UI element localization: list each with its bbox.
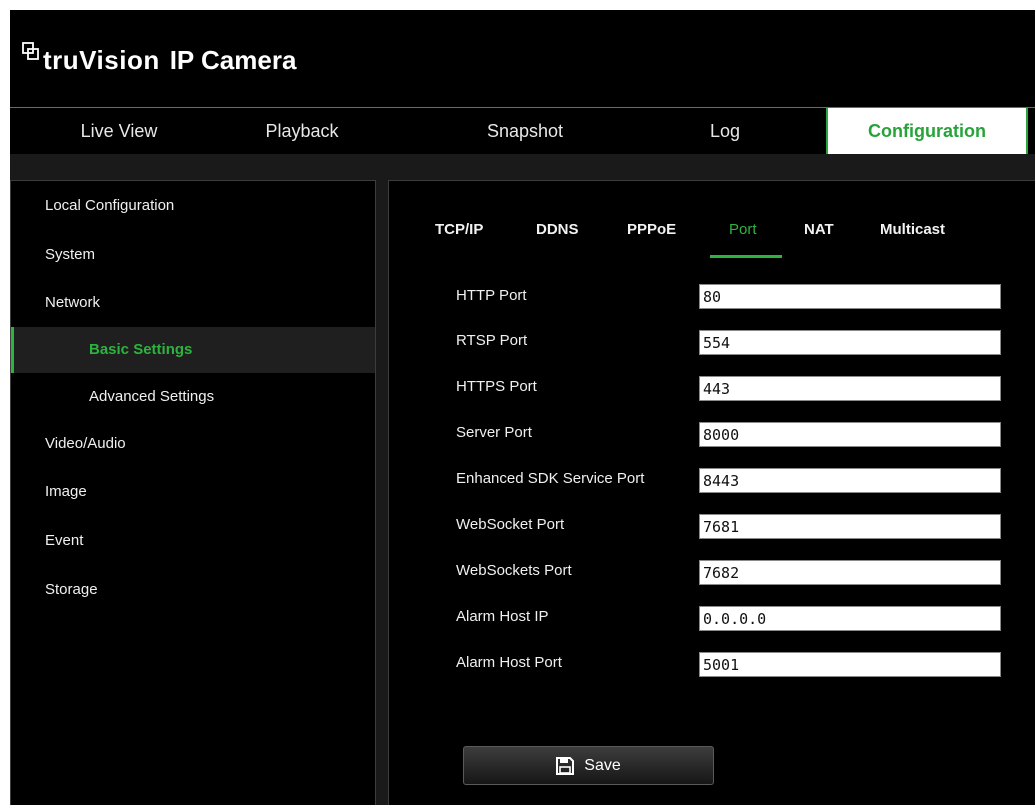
http-port-label: HTTP Port (456, 287, 527, 304)
brand-name: truVision (43, 45, 160, 75)
app-window: truVision IP Camera Live View Playback S… (0, 0, 1035, 805)
sidebar-item-video-audio[interactable]: Video/Audio (11, 421, 375, 467)
active-tab-indicator (710, 255, 782, 258)
server-port-label: Server Port (456, 424, 532, 441)
nav-configuration[interactable]: Configuration (826, 108, 1028, 154)
product-name: IP Camera (169, 45, 297, 75)
nav-playback[interactable]: Playback (232, 108, 372, 154)
sidebar-item-basic-settings[interactable]: Basic Settings (11, 327, 375, 373)
nav-snapshot[interactable]: Snapshot (450, 108, 600, 154)
sidebar-item-event[interactable]: Event (11, 518, 375, 564)
alarm-host-port-label: Alarm Host Port (456, 654, 562, 671)
websocket-port-label: WebSocket Port (456, 516, 565, 533)
main-nav: Live View Playback Snapshot Log Configur… (10, 107, 1035, 154)
https-port-input[interactable] (699, 376, 1001, 401)
sidebar-item-network[interactable]: Network (11, 280, 375, 326)
save-button[interactable]: Save (463, 746, 714, 785)
enhanced-sdk-port-input[interactable] (699, 468, 1001, 493)
nav-log[interactable]: Log (670, 108, 780, 154)
server-port-input[interactable] (699, 422, 1001, 447)
websocket-port-input[interactable] (699, 514, 1001, 539)
alarm-host-port-input[interactable] (699, 652, 1001, 677)
tab-pppoe[interactable]: PPPoE (627, 221, 676, 238)
sidebar-item-system[interactable]: System (11, 232, 375, 278)
tab-tcpip[interactable]: TCP/IP (435, 221, 483, 238)
sidebar-item-image[interactable]: Image (11, 469, 375, 515)
https-port-label: HTTPS Port (456, 378, 537, 395)
websockets-port-input[interactable] (699, 560, 1001, 585)
sidebar-item-storage[interactable]: Storage (11, 567, 375, 613)
save-label: Save (584, 756, 621, 774)
sidebar-item-local-configuration[interactable]: Local Configuration (11, 183, 375, 229)
nav-live-view[interactable]: Live View (30, 108, 208, 154)
rtsp-port-input[interactable] (699, 330, 1001, 355)
alarm-host-ip-label: Alarm Host IP (456, 608, 549, 625)
config-sidebar: Local Configuration System Network Basic… (10, 180, 376, 805)
tab-ddns[interactable]: DDNS (536, 221, 579, 238)
app-header: truVision IP Camera (10, 10, 1035, 107)
alarm-host-ip-input[interactable] (699, 606, 1001, 631)
http-port-input[interactable] (699, 284, 1001, 309)
tab-multicast[interactable]: Multicast (880, 221, 945, 238)
floppy-disk-icon (556, 756, 575, 775)
enhanced-sdk-port-label: Enhanced SDK Service Port (456, 470, 645, 487)
tab-port[interactable]: Port (729, 221, 757, 238)
rtsp-port-label: RTSP Port (456, 332, 528, 349)
sidebar-item-advanced-settings[interactable]: Advanced Settings (11, 374, 375, 420)
app-logo: truVision IP Camera (22, 36, 296, 76)
settings-panel: TCP/IP DDNS PPPoE Port NAT Multicast HTT… (388, 180, 1035, 805)
websockets-port-label: WebSockets Port (456, 562, 572, 579)
truvision-logo-icon (22, 42, 42, 62)
tab-nat[interactable]: NAT (804, 221, 834, 238)
